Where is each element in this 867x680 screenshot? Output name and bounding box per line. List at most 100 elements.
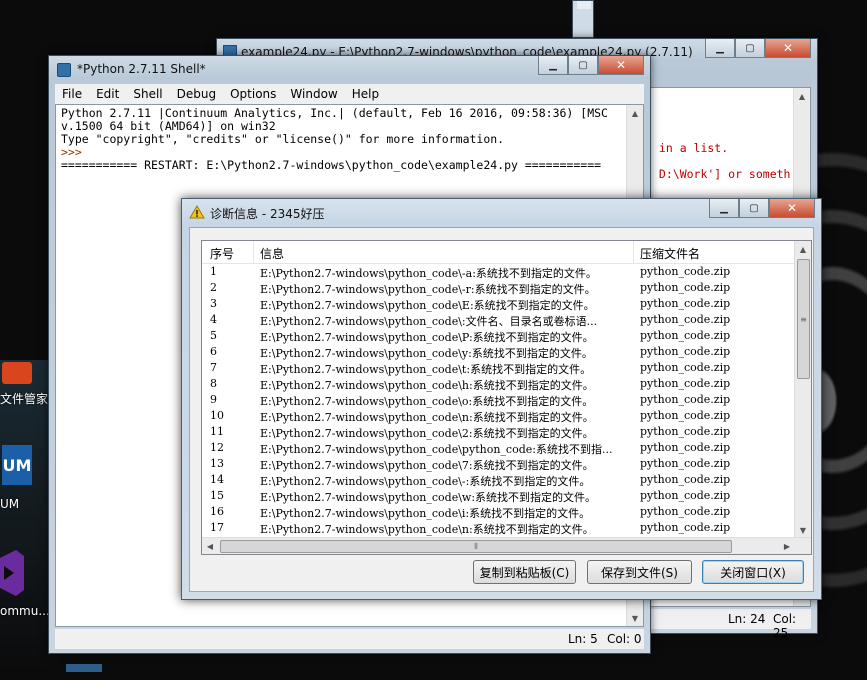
scroll-right-icon[interactable]: ▶ xyxy=(779,538,795,554)
minimize-button[interactable]: ▁ xyxy=(705,39,735,58)
shell-title: *Python 2.7.11 Shell* xyxy=(77,62,206,76)
list-item[interactable]: 14 E:\Python2.7-windows\python_code\-:系统找… xyxy=(202,472,795,488)
editor-window-controls: ▁ ▢ ✕ xyxy=(705,39,811,58)
list-item[interactable]: 6 E:\Python2.7-windows\python_code\y:系统找不… xyxy=(202,344,795,360)
list-item[interactable]: 4 E:\Python2.7-windows\python_code\:文件名、目… xyxy=(202,312,795,328)
code-line: D:\Work'] or someth xyxy=(652,167,791,181)
maximize-button[interactable]: ▢ xyxy=(739,199,769,218)
maximize-button[interactable]: ▢ xyxy=(735,39,765,58)
menu-window[interactable]: Window xyxy=(283,87,344,101)
row-index: 10 xyxy=(210,409,224,422)
close-button[interactable]: ✕ xyxy=(769,199,815,218)
desktop-icon-um[interactable]: UM xyxy=(0,445,50,485)
list-item[interactable]: 13 E:\Python2.7-windows\python_code\7:系统找… xyxy=(202,456,795,472)
row-info: E:\Python2.7-windows\python_code\-a:系统找不… xyxy=(260,267,597,280)
row-archive: python_code.zip xyxy=(640,521,731,534)
list-item[interactable]: 2 E:\Python2.7-windows\python_code\-r:系统找… xyxy=(202,280,795,296)
column-separator[interactable] xyxy=(633,241,634,263)
visual-studio-icon xyxy=(0,550,24,596)
python-shell-icon xyxy=(57,63,71,77)
row-archive: python_code.zip xyxy=(640,297,731,310)
list-item[interactable]: 11 E:\Python2.7-windows\python_code\2:系统找… xyxy=(202,424,795,440)
list-item[interactable]: 8 E:\Python2.7-windows\python_code\h:系统找不… xyxy=(202,376,795,392)
list-item[interactable]: 15 E:\Python2.7-windows\python_code\w:系统找… xyxy=(202,488,795,504)
line-number: Ln: 24 xyxy=(728,612,766,626)
warning-icon xyxy=(189,205,205,219)
row-archive: python_code.zip xyxy=(640,345,731,358)
line-number: Ln: 5 xyxy=(568,632,598,646)
scroll-down-icon[interactable]: ▼ xyxy=(627,610,643,626)
menu-file[interactable]: File xyxy=(55,87,89,101)
scroll-thumb[interactable]: ≡ xyxy=(797,259,810,379)
row-info: E:\Python2.7-windows\python_code\y:系统找不到… xyxy=(260,347,593,360)
row-archive: python_code.zip xyxy=(640,265,731,278)
menu-options[interactable]: Options xyxy=(223,87,283,101)
row-index: 5 xyxy=(210,329,217,342)
scroll-up-icon[interactable]: ▲ xyxy=(627,105,643,121)
row-index: 3 xyxy=(210,297,217,310)
row-archive: python_code.zip xyxy=(640,473,731,486)
diagnostic-list[interactable]: 序号 信息 压缩文件名 1 E:\Python2.7-windows\python… xyxy=(201,240,812,555)
list-item[interactable]: 1 E:\Python2.7-windows\python_code\-a:系统找… xyxy=(202,264,795,280)
desktop-icon-visual-studio[interactable] xyxy=(0,550,50,599)
maximize-button[interactable]: ▢ xyxy=(568,56,598,75)
menu-help[interactable]: Help xyxy=(345,87,386,101)
hscroll-thumb[interactable]: ⦀ xyxy=(220,540,732,553)
column-header-index[interactable]: 序号 xyxy=(210,245,234,262)
column-header-info[interactable]: 信息 xyxy=(260,245,284,262)
list-header: 序号 信息 压缩文件名 xyxy=(202,241,795,264)
row-index: 12 xyxy=(210,441,224,454)
close-button[interactable]: ✕ xyxy=(598,56,644,75)
row-archive: python_code.zip xyxy=(640,329,731,342)
row-info: E:\Python2.7-windows\python_code\i:系统找不到… xyxy=(260,507,591,520)
minimize-button[interactable]: ▁ xyxy=(709,199,739,218)
shell-titlebar[interactable]: *Python 2.7.11 Shell* ▁ ▢ ✕ xyxy=(49,56,650,84)
row-info: E:\Python2.7-windows\python_code\2:系统找不到… xyxy=(260,427,594,440)
file-manager-icon xyxy=(2,362,32,384)
row-info: E:\Python2.7-windows\python_code\-r:系统找不… xyxy=(260,283,596,296)
scroll-up-icon[interactable]: ▲ xyxy=(795,241,811,257)
row-archive: python_code.zip xyxy=(640,313,731,326)
scroll-down-icon[interactable]: ▼ xyxy=(795,522,811,538)
list-rows: 1 E:\Python2.7-windows\python_code\-a:系统找… xyxy=(202,264,795,536)
row-index: 13 xyxy=(210,457,224,470)
dialog-titlebar[interactable]: 诊断信息 - 2345好压 ▁ ▢ ✕ xyxy=(182,199,821,227)
list-horizontal-scrollbar[interactable]: ◀ ⦀ ▶ xyxy=(202,537,811,554)
save-to-file-button[interactable]: 保存到文件(S) xyxy=(587,560,692,584)
list-item[interactable]: 12 E:\Python2.7-windows\python_code\pytho… xyxy=(202,440,795,456)
row-index: 8 xyxy=(210,377,217,390)
list-vertical-scrollbar[interactable]: ▲ ≡ ▼ xyxy=(794,241,811,538)
row-info: E:\Python2.7-windows\python_code\:文件名、目录… xyxy=(260,315,598,328)
scroll-up-icon[interactable]: ▲ xyxy=(794,88,810,104)
dialog-title: 诊断信息 - 2345好压 xyxy=(210,207,325,221)
scroll-left-icon[interactable]: ◀ xyxy=(202,538,218,554)
list-item[interactable]: 7 E:\Python2.7-windows\python_code\t:系统找不… xyxy=(202,360,795,376)
menu-shell[interactable]: Shell xyxy=(126,87,169,101)
row-archive: python_code.zip xyxy=(640,361,731,374)
menu-debug[interactable]: Debug xyxy=(170,87,223,101)
column-number: Col: 0 xyxy=(607,632,642,646)
close-window-button[interactable]: 关闭窗口(X) xyxy=(702,560,804,584)
list-item[interactable]: 17 E:\Python2.7-windows\python_code\n:系统找… xyxy=(202,520,795,536)
row-archive: python_code.zip xyxy=(640,393,731,406)
list-item[interactable]: 3 E:\Python2.7-windows\python_code\E:系统找不… xyxy=(202,296,795,312)
column-separator[interactable] xyxy=(253,241,254,263)
desktop-icon-label: 文件管家 xyxy=(0,392,49,406)
list-item[interactable]: 5 E:\Python2.7-windows\python_code\P:系统找不… xyxy=(202,328,795,344)
desktop-icon-file-manager[interactable] xyxy=(0,362,50,384)
menu-edit[interactable]: Edit xyxy=(89,87,126,101)
shell-menubar: File Edit Shell Debug Options Window Hel… xyxy=(55,84,644,104)
row-info: E:\Python2.7-windows\python_code\-:系统找不到… xyxy=(260,475,591,488)
um-app-icon: UM xyxy=(2,445,32,485)
diagnostic-dialog[interactable]: 诊断信息 - 2345好压 ▁ ▢ ✕ 序号 信息 压缩文件名 1 E:\Pyth… xyxy=(181,198,822,600)
column-header-archive[interactable]: 压缩文件名 xyxy=(640,245,700,262)
copy-to-clipboard-button[interactable]: 复制到粘贴板(C) xyxy=(473,560,576,584)
taskbar-item[interactable] xyxy=(66,664,102,672)
row-info: E:\Python2.7-windows\python_code\w:系统找不到… xyxy=(260,491,597,504)
list-item[interactable]: 16 E:\Python2.7-windows\python_code\i:系统找… xyxy=(202,504,795,520)
minimize-button[interactable]: ▁ xyxy=(538,56,568,75)
list-item[interactable]: 10 E:\Python2.7-windows\python_code\n:系统找… xyxy=(202,408,795,424)
row-index: 6 xyxy=(210,345,217,358)
close-button[interactable]: ✕ xyxy=(765,39,811,58)
list-item[interactable]: 9 E:\Python2.7-windows\python_code\o:系统找不… xyxy=(202,392,795,408)
